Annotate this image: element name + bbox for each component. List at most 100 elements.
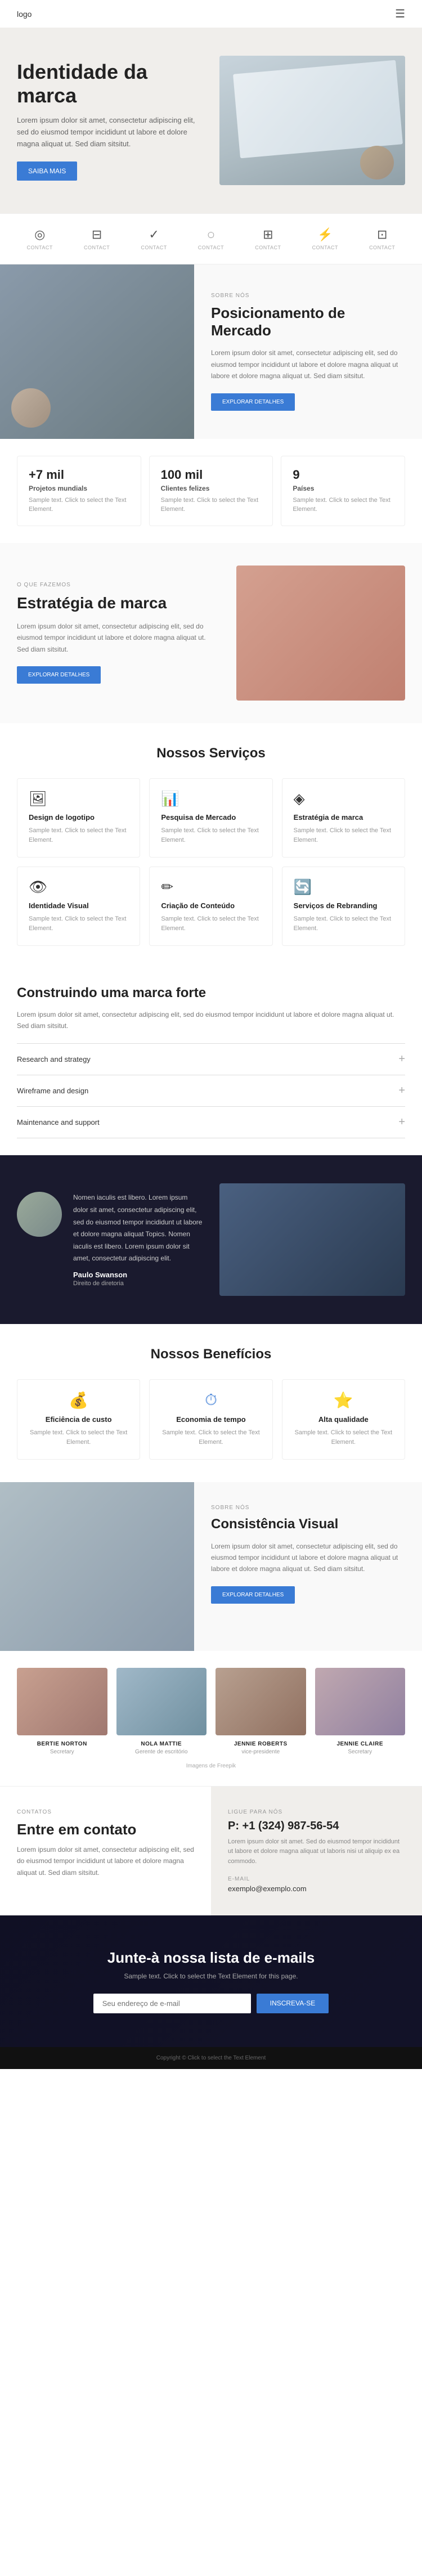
accordion-plus-1: + xyxy=(398,1084,405,1097)
about-content: SOBRE NÓS Posicionamento de Mercado Lore… xyxy=(194,264,422,439)
contact-right: LIGUE PARA NÓS P: +1 (324) 987-56-54 Lor… xyxy=(211,1787,422,1915)
consistency-title: Consistência Visual xyxy=(211,1516,405,1533)
service-desc-3: Sample text. Click to select the Text El… xyxy=(29,914,128,934)
benefit-icon-1: ⏱ xyxy=(161,1391,261,1410)
accordion-description: Lorem ipsum dolor sit amet, consectetur … xyxy=(17,1009,405,1032)
what-section: O QUE FAZEMOS Estratégia de marca Lorem … xyxy=(0,543,422,723)
about-image xyxy=(0,264,194,439)
service-name-3: Identidade Visual xyxy=(29,901,128,910)
team-images-tag: Imagens de Freepik xyxy=(17,1763,405,1769)
benefit-card-1: ⏱ Economia de tempo Sample text. Click t… xyxy=(149,1379,272,1460)
stat-box-2: 9 Países Sample text. Click to select th… xyxy=(281,456,405,526)
benefit-icon-0: 💰 xyxy=(29,1391,128,1410)
benefit-icon-2: ⭐ xyxy=(294,1391,393,1410)
icon-symbol-5: ⚡ xyxy=(317,227,333,242)
icon-symbol-3: ◌ xyxy=(207,227,214,242)
hero-description: Lorem ipsum dolor sit amet, consectetur … xyxy=(17,115,203,150)
stat-desc-1: Sample text. Click to select the Text El… xyxy=(161,496,262,514)
about-image-placeholder xyxy=(0,264,194,439)
icon-item-4: ⊞ CONTACT xyxy=(255,227,281,250)
consistency-tag: SOBRE NÓS xyxy=(211,1505,405,1511)
stat-desc-2: Sample text. Click to select the Text El… xyxy=(293,496,393,514)
team-name-0: BERTIE NORTON xyxy=(17,1741,107,1747)
team-role-3: Secretary xyxy=(315,1749,406,1755)
testimonial-bg-image xyxy=(219,1183,405,1296)
icon-symbol-0: ◎ xyxy=(34,227,45,242)
team-role-1: Gerente de escritório xyxy=(116,1749,207,1755)
accordion-title: Construindo uma marca forte xyxy=(17,985,405,1001)
newsletter-title: Junte-à nossa lista de e-mails xyxy=(17,1949,405,1967)
service-name-5: Serviços de Rebranding xyxy=(294,901,393,910)
service-icon-2: ◈ xyxy=(294,790,393,807)
icon-item-0: ◎ CONTACT xyxy=(27,227,53,250)
icon-label-1: CONTACT xyxy=(84,245,110,250)
team-grid: BERTIE NORTON Secretary NOLA MATTIE Gere… xyxy=(17,1668,405,1755)
team-card-3: JENNIE CLAIRE Secretary xyxy=(315,1668,406,1755)
team-role-0: Secretary xyxy=(17,1749,107,1755)
service-icon-3: 👁 xyxy=(29,878,128,896)
team-card-2: JENNIE ROBERTS vice-presidente xyxy=(216,1668,306,1755)
about-cta-button[interactable]: EXPLORAR DETALHES xyxy=(211,393,295,411)
hero-title: Identidade da marca xyxy=(17,60,203,107)
what-description: Lorem ipsum dolor sit amet, consectetur … xyxy=(17,621,219,655)
testimonial-author: Paulo Swanson xyxy=(73,1271,203,1279)
contact-title: Entre em contato xyxy=(17,1821,194,1838)
benefit-card-2: ⭐ Alta qualidade Sample text. Click to s… xyxy=(282,1379,405,1460)
service-name-0: Design de logotipo xyxy=(29,813,128,822)
icon-item-5: ⚡ CONTACT xyxy=(312,227,338,250)
stat-box-1: 100 mil Clientes felizes Sample text. Cl… xyxy=(149,456,273,526)
hero-image-placeholder xyxy=(219,56,405,185)
team-avatar-2 xyxy=(216,1668,306,1735)
consistency-cta-button[interactable]: EXPLORAR DETALHES xyxy=(211,1586,295,1604)
stat-number-2: 9 xyxy=(293,468,393,482)
service-card-1: 📊 Pesquisa de Mercado Sample text. Click… xyxy=(149,778,272,858)
what-cta-button[interactable]: EXPLORAR DETALHES xyxy=(17,666,101,684)
hamburger-menu-icon[interactable]: ☰ xyxy=(395,7,405,21)
newsletter-submit-button[interactable]: INSCREVA-SE xyxy=(257,1994,329,2013)
service-icon-4: ✏ xyxy=(161,878,261,896)
service-card-3: 👁 Identidade Visual Sample text. Click t… xyxy=(17,867,140,946)
hero-text: Identidade da marca Lorem ipsum dolor si… xyxy=(17,60,203,180)
consistency-image-placeholder xyxy=(0,1482,194,1651)
benefits-section: Nossos Benefícios 💰 Eficiência de custo … xyxy=(0,1324,422,1482)
newsletter-email-input[interactable] xyxy=(93,1994,251,2013)
testimonial-image-placeholder xyxy=(219,1183,405,1296)
benefit-desc-1: Sample text. Click to select the Text El… xyxy=(161,1428,261,1448)
service-card-2: ◈ Estratégia de marca Sample text. Click… xyxy=(282,778,405,858)
what-title: Estratégia de marca xyxy=(17,594,219,613)
team-section: BERTIE NORTON Secretary NOLA MATTIE Gere… xyxy=(0,1651,422,1786)
testimonial-avatar xyxy=(17,1192,62,1237)
icon-label-2: CONTACT xyxy=(141,245,167,250)
what-image-placeholder xyxy=(236,566,405,701)
benefit-name-0: Eficiência de custo xyxy=(29,1415,128,1424)
hero-image xyxy=(219,56,405,185)
accordion-item-2[interactable]: Maintenance and support + xyxy=(17,1106,405,1138)
icon-item-3: ◌ CONTACT xyxy=(198,227,224,250)
service-card-0: 🖼 Design de logotipo Sample text. Click … xyxy=(17,778,140,858)
benefit-card-0: 💰 Eficiência de custo Sample text. Click… xyxy=(17,1379,140,1460)
accordion-item-1[interactable]: Wireframe and design + xyxy=(17,1075,405,1106)
about-section: SOBRE NÓS Posicionamento de Mercado Lore… xyxy=(0,264,422,439)
team-card-0: BERTIE NORTON Secretary xyxy=(17,1668,107,1755)
stat-label-1: Clientes felizes xyxy=(161,484,262,492)
service-desc-2: Sample text. Click to select the Text El… xyxy=(294,826,393,846)
stat-number-1: 100 mil xyxy=(161,468,262,482)
stat-number-0: +7 mil xyxy=(29,468,129,482)
testimonial-text: Nomen iaculis est libero. Lorem ipsum do… xyxy=(73,1192,203,1265)
stat-label-0: Projetos mundials xyxy=(29,484,129,492)
icon-item-2: ✓ CONTACT xyxy=(141,227,167,250)
footer: Copyright © Click to select the Text Ele… xyxy=(0,2047,422,2069)
testimonial-section: Nomen iaculis est libero. Lorem ipsum do… xyxy=(0,1155,422,1324)
icon-label-0: CONTACT xyxy=(27,245,53,250)
about-title: Posicionamento de Mercado xyxy=(211,304,405,339)
hero-cta-button[interactable]: SAIBA MAIS xyxy=(17,161,77,181)
icon-label-6: CONTACT xyxy=(369,245,395,250)
accordion-item-0[interactable]: Research and strategy + xyxy=(17,1043,405,1075)
services-grid: 🖼 Design de logotipo Sample text. Click … xyxy=(17,778,405,946)
footer-text: Copyright © Click to select the Text Ele… xyxy=(17,2055,405,2061)
icons-row: ◎ CONTACT ⊟ CONTACT ✓ CONTACT ◌ CONTACT … xyxy=(0,213,422,264)
stat-label-2: Países xyxy=(293,484,393,492)
service-desc-5: Sample text. Click to select the Text El… xyxy=(294,914,393,934)
newsletter-form: INSCREVA-SE xyxy=(17,1994,405,2013)
icon-label-4: CONTACT xyxy=(255,245,281,250)
